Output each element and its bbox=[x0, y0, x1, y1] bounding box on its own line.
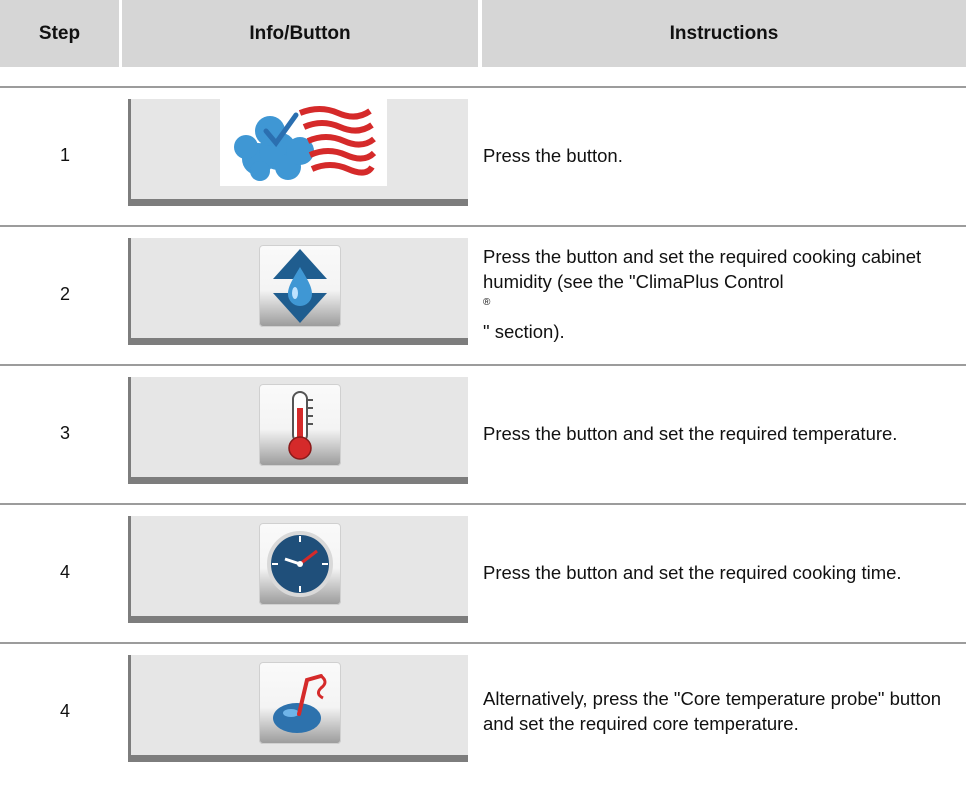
header-step: Step bbox=[0, 0, 119, 67]
step-number: 4 bbox=[59, 700, 70, 721]
table-row: 2 Press the button and set the required … bbox=[0, 225, 966, 363]
time-button[interactable] bbox=[259, 523, 341, 605]
steam-heat-mode-icon bbox=[234, 106, 377, 181]
table-row: 4 Alternatively, press the "Core tempera… bbox=[0, 642, 966, 780]
step-number: 1 bbox=[59, 144, 70, 165]
humidity-droplet-icon bbox=[273, 249, 327, 323]
button-panel bbox=[128, 516, 468, 623]
table-row: 4 Press the button and set the required … bbox=[0, 503, 966, 641]
humidity-button[interactable] bbox=[259, 245, 341, 327]
header-info-button: Info/Button bbox=[122, 0, 478, 67]
instruction-text: Press the button and set the required te… bbox=[483, 422, 898, 444]
core-temperature-probe-button[interactable] bbox=[259, 662, 341, 744]
table-row: 3 Press the button and set the required … bbox=[0, 364, 966, 502]
button-panel bbox=[128, 655, 468, 762]
header-instructions: Instructions bbox=[482, 0, 966, 67]
steam-heat-mode-button[interactable] bbox=[220, 99, 387, 186]
instruction-text: Press the button and set the required co… bbox=[483, 246, 922, 342]
step-number: 3 bbox=[59, 422, 70, 443]
temperature-button[interactable] bbox=[259, 384, 341, 466]
instruction-text: Press the button. bbox=[483, 144, 623, 166]
button-panel bbox=[128, 377, 468, 484]
clock-icon bbox=[267, 531, 333, 597]
instruction-text: Alternatively, press the "Core temperatu… bbox=[483, 688, 942, 734]
step-number: 4 bbox=[59, 561, 70, 582]
table-row: 1 Press the button. bbox=[0, 86, 966, 224]
step-number: 2 bbox=[59, 283, 70, 304]
core-temperature-probe-icon bbox=[273, 674, 327, 733]
thermometer-icon bbox=[288, 391, 313, 460]
button-panel bbox=[128, 99, 468, 206]
button-panel bbox=[128, 238, 468, 345]
instruction-text: Press the button and set the required co… bbox=[483, 561, 902, 583]
